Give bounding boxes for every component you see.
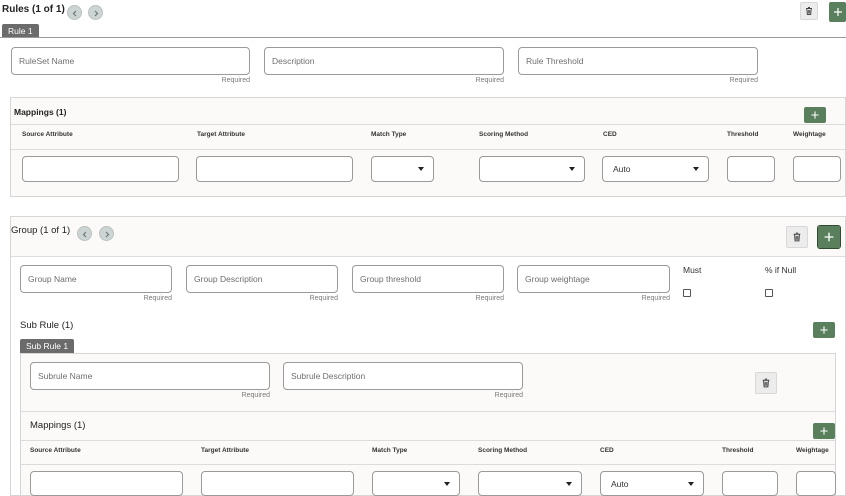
sub-col-target-attribute: Target Attribute <box>201 447 250 454</box>
rules-title: Rules (1 of 1) <box>2 4 65 15</box>
rules-prev-button[interactable] <box>67 5 82 20</box>
ruleset-name-required: Required <box>221 77 250 84</box>
chevron-left-icon <box>72 10 77 16</box>
sub-col-source-attribute: Source Attribute <box>30 447 81 454</box>
chevron-down-icon <box>444 481 450 486</box>
group-weightage-required: Required <box>641 295 670 302</box>
sub-weightage-input[interactable] <box>796 471 836 496</box>
col-match-type: Match Type <box>371 131 407 138</box>
description-required: Required <box>475 77 504 84</box>
subrule-mappings-header-divider <box>21 464 835 465</box>
percent-if-null-label: % if Null <box>765 265 797 275</box>
scoring-method-select[interactable] <box>479 156 585 182</box>
sub-threshold-input[interactable] <box>722 471 778 496</box>
subrule-description-required: Required <box>494 392 523 399</box>
chevron-down-icon <box>569 167 575 171</box>
subrule-mappings-title: Mappings (1) <box>30 420 86 431</box>
sub-col-threshold: Threshold <box>722 447 754 454</box>
rules-delete-button[interactable] <box>800 2 818 20</box>
col-weightage: Weightage <box>793 131 826 138</box>
group-name-required: Required <box>143 295 172 302</box>
sub-col-match-type: Match Type <box>372 447 408 454</box>
percent-if-null-checkbox[interactable] <box>765 289 773 297</box>
rule-mappings-panel <box>10 97 846 197</box>
group-threshold-required: Required <box>475 295 504 302</box>
chevron-down-icon <box>418 167 424 171</box>
rules-add-button[interactable] <box>829 2 846 22</box>
sub-target-attribute-input[interactable] <box>201 471 354 496</box>
subrule-delete-button[interactable] <box>755 372 777 394</box>
rule-mappings-divider <box>11 124 845 125</box>
col-target-attribute: Target Attribute <box>197 131 246 138</box>
subrule-add-button[interactable] <box>813 322 835 338</box>
rule-1-tab[interactable]: Rule 1 <box>2 24 39 38</box>
group-add-button[interactable] <box>817 225 841 249</box>
subrule-mappings-top-divider <box>21 411 835 412</box>
sub-scoring-method-select[interactable] <box>478 471 582 496</box>
sub-match-type-select[interactable] <box>372 471 460 496</box>
subrule-description-field[interactable]: Subrule Description <box>283 362 523 390</box>
subrule-mappings-add-button[interactable] <box>813 423 835 439</box>
sub-ced-select[interactable]: Auto <box>600 471 704 496</box>
col-threshold: Threshold <box>727 131 759 138</box>
threshold-input[interactable] <box>727 156 775 182</box>
sub-col-scoring-method: Scoring Method <box>478 447 528 454</box>
chevron-right-icon <box>105 231 110 237</box>
group-threshold-field[interactable]: Group threshold <box>352 265 504 293</box>
subrule-1-tab[interactable]: Sub Rule 1 <box>20 339 75 353</box>
group-title: Group (1 of 1) <box>11 225 71 236</box>
group-delete-button[interactable] <box>786 226 808 248</box>
col-ced: CED <box>603 131 617 138</box>
ced-value: Auto <box>613 164 631 174</box>
group-description-field[interactable]: Group Description <box>186 265 338 293</box>
ruleset-name-field[interactable]: RuleSet Name <box>11 47 250 75</box>
plus-icon <box>833 8 842 16</box>
subrule-title: Sub Rule (1) <box>20 320 74 331</box>
group-description-required: Required <box>309 295 338 302</box>
rule-threshold-field[interactable]: Rule Threshold <box>518 47 758 75</box>
ced-select[interactable]: Auto <box>602 156 709 182</box>
sub-ced-value: Auto <box>611 478 629 489</box>
sub-source-attribute-input[interactable] <box>30 471 183 496</box>
sub-col-ced: CED <box>600 447 614 454</box>
description-field[interactable]: Description <box>264 47 504 75</box>
plus-icon <box>820 326 828 334</box>
trash-icon <box>806 7 812 15</box>
group-name-field[interactable]: Group Name <box>20 265 172 293</box>
plus-icon <box>811 111 819 119</box>
group-next-button[interactable] <box>99 226 114 241</box>
group-weightage-field[interactable]: Group weightage <box>517 265 670 293</box>
subrule-name-field[interactable]: Subrule Name <box>30 362 270 390</box>
subrule-name-required: Required <box>241 392 270 399</box>
chevron-right-icon <box>94 10 99 16</box>
rule-mappings-title: Mappings (1) <box>14 107 67 117</box>
weightage-input[interactable] <box>793 156 841 182</box>
must-checkbox[interactable] <box>683 289 691 297</box>
source-attribute-input[interactable] <box>22 156 179 182</box>
trash-icon <box>762 378 770 388</box>
rules-next-button[interactable] <box>88 5 103 20</box>
rule-mappings-header-divider <box>11 149 845 150</box>
group-prev-button[interactable] <box>77 226 92 241</box>
trash-icon <box>793 232 801 242</box>
chevron-left-icon <box>82 231 87 237</box>
subrule-mappings-divider <box>21 440 835 441</box>
col-source-attribute: Source Attribute <box>22 131 73 138</box>
plus-icon <box>820 427 828 435</box>
chevron-down-icon <box>566 481 572 486</box>
rule-tab-divider <box>0 37 846 38</box>
col-scoring-method: Scoring Method <box>479 131 529 138</box>
rule-mappings-add-button[interactable] <box>804 107 826 123</box>
chevron-down-icon <box>693 167 699 171</box>
target-attribute-input[interactable] <box>196 156 353 182</box>
rule-threshold-required: Required <box>729 77 758 84</box>
chevron-down-icon <box>688 481 694 486</box>
match-type-select[interactable] <box>371 156 434 182</box>
must-label: Must <box>683 265 702 275</box>
sub-col-weightage: Weightage <box>796 447 829 454</box>
plus-icon <box>824 232 834 242</box>
